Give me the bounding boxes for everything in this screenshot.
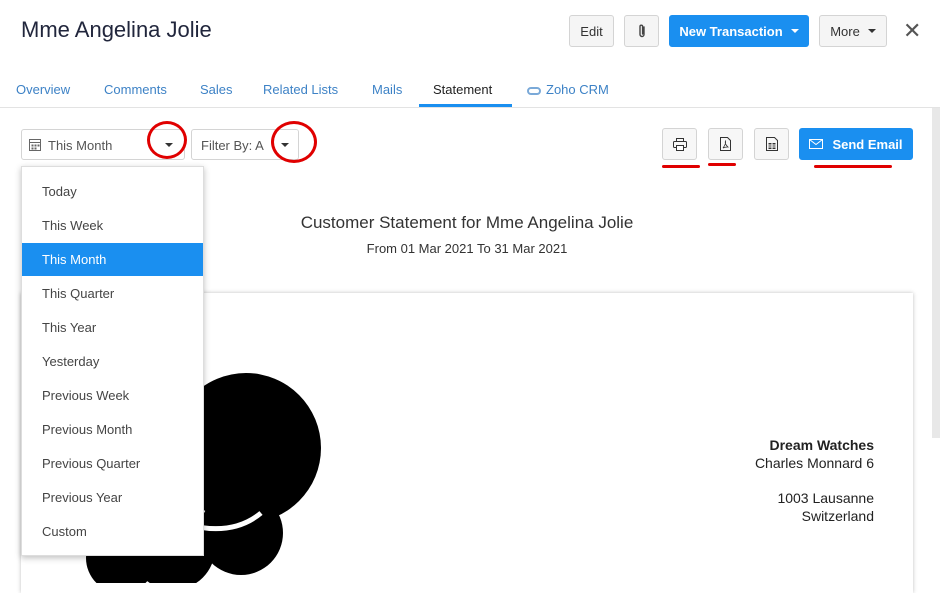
print-button[interactable]: [662, 128, 697, 160]
new-transaction-button[interactable]: New Transaction: [669, 15, 809, 47]
annotation-circle: [147, 121, 187, 159]
address-line: Switzerland: [801, 508, 874, 524]
send-email-button[interactable]: Send Email: [799, 128, 913, 160]
tab-statement[interactable]: Statement: [433, 82, 492, 97]
active-tab-indicator: [419, 104, 512, 107]
annotation-underline: [662, 165, 700, 168]
send-email-label: Send Email: [832, 136, 903, 152]
menu-item-this-week[interactable]: This Week: [22, 209, 203, 242]
edit-button[interactable]: Edit: [569, 15, 614, 47]
address-line: 1003 Lausanne: [777, 490, 874, 506]
tab-bar: Overview Comments Sales Related Lists Ma…: [0, 74, 940, 108]
close-icon[interactable]: ✕: [903, 18, 921, 44]
menu-item-previous-year[interactable]: Previous Year: [22, 481, 203, 514]
attach-button[interactable]: [624, 15, 659, 47]
pdf-button[interactable]: [708, 128, 743, 160]
menu-item-previous-week[interactable]: Previous Week: [22, 379, 203, 412]
more-label: More: [830, 23, 860, 39]
printer-icon: [672, 137, 687, 151]
chevron-down-icon: [867, 29, 876, 33]
new-transaction-label: New Transaction: [679, 23, 783, 39]
menu-item-this-month[interactable]: This Month: [22, 243, 203, 276]
tab-sales[interactable]: Sales: [200, 82, 233, 97]
menu-item-today[interactable]: Today: [22, 175, 203, 208]
pdf-icon: [720, 137, 731, 151]
menu-item-previous-month[interactable]: Previous Month: [22, 413, 203, 446]
period-select-value: This Month: [48, 138, 113, 153]
spreadsheet-icon: [765, 137, 778, 151]
chevron-down-icon: [790, 29, 799, 33]
menu-item-custom[interactable]: Custom: [22, 515, 203, 548]
more-button[interactable]: More: [819, 15, 887, 47]
annotation-underline: [814, 165, 892, 168]
zoho-crm-icon: [527, 86, 541, 95]
calendar-icon: [29, 139, 41, 151]
annotation-circle: [271, 121, 317, 163]
period-dropdown-menu: Today This Week This Month This Quarter …: [21, 166, 204, 556]
tab-mails[interactable]: Mails: [372, 82, 402, 97]
export-button[interactable]: [754, 128, 789, 160]
company-name: Dream Watches: [769, 437, 874, 453]
paperclip-icon: [638, 24, 645, 38]
filter-select-value: Filter By: A: [201, 138, 264, 153]
menu-item-yesterday[interactable]: Yesterday: [22, 345, 203, 378]
tab-zoho-crm[interactable]: Zoho CRM: [527, 82, 609, 97]
tab-zoho-crm-label: Zoho CRM: [546, 82, 609, 97]
mail-icon: [809, 139, 824, 149]
address-line: Charles Monnard 6: [754, 455, 874, 471]
tab-related-lists[interactable]: Related Lists: [263, 82, 338, 97]
page-title: Mme Angelina Jolie: [21, 17, 212, 42]
menu-item-this-quarter[interactable]: This Quarter: [22, 277, 203, 310]
tab-comments[interactable]: Comments: [104, 82, 167, 97]
tab-overview[interactable]: Overview: [16, 82, 70, 97]
scrollbar[interactable]: [932, 108, 940, 438]
menu-item-previous-quarter[interactable]: Previous Quarter: [22, 447, 203, 480]
annotation-underline: [708, 163, 736, 166]
menu-item-this-year[interactable]: This Year: [22, 311, 203, 344]
